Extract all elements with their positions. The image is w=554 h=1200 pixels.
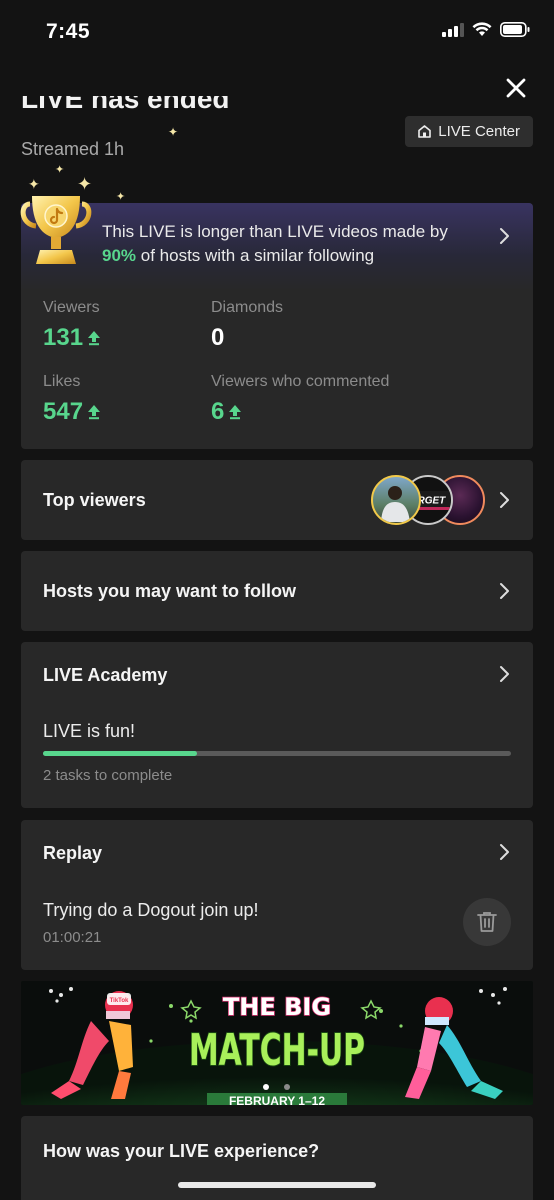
home-indicator[interactable] xyxy=(178,1182,376,1188)
pager-dot xyxy=(284,1084,290,1090)
avatar[interactable] xyxy=(371,475,421,525)
stat-value-commenters: 6 xyxy=(211,398,242,426)
stat-number: 547 xyxy=(43,398,84,425)
replay-card[interactable]: Replay Trying do a Dogout join up! 01:00… xyxy=(21,820,533,970)
promo-dates: FEBRUARY 1–12 xyxy=(229,1094,325,1105)
hosts-follow-title: Hosts you may want to follow xyxy=(43,581,297,601)
live-summary-card: This LIVE is longer than LIVE videos mad… xyxy=(21,203,533,449)
chevron-right-icon[interactable] xyxy=(498,582,510,600)
academy-progress-fill xyxy=(43,751,198,756)
replay-title: Replay xyxy=(43,843,103,863)
delete-replay-button[interactable] xyxy=(463,898,511,946)
trophy-icon xyxy=(20,196,92,264)
chevron-right-icon[interactable] xyxy=(498,843,510,861)
sparkle-icon: ✦ xyxy=(55,164,65,176)
top-viewers-avatars: ORGET xyxy=(371,475,485,525)
stat-label-viewers: Viewers xyxy=(43,299,100,316)
academy-progress-bar xyxy=(43,751,511,756)
summary-text-part: of hosts with a similar following xyxy=(136,246,375,265)
live-academy-title: LIVE Academy xyxy=(43,665,168,685)
promo-line1: THE BIG xyxy=(223,993,331,1021)
pager-dot-active xyxy=(263,1084,269,1090)
stat-label-likes: Likes xyxy=(43,373,81,390)
home-icon xyxy=(418,125,432,138)
status-time: 7:45 xyxy=(46,20,91,43)
academy-tasks-remaining: 2 tasks to complete xyxy=(43,767,173,784)
stat-label-diamonds: Diamonds xyxy=(211,299,284,316)
live-center-label: LIVE Center xyxy=(438,123,520,140)
stat-value-likes: 547 xyxy=(43,398,101,426)
summary-text-part: This LIVE is longer than LIVE videos mad… xyxy=(102,222,448,241)
live-academy-card[interactable]: LIVE Academy LIVE is fun! 2 tasks to com… xyxy=(21,642,533,808)
chevron-right-icon[interactable] xyxy=(498,227,510,245)
stat-number: 0 xyxy=(211,324,225,351)
promo-line2: MATCH-UP xyxy=(189,1025,365,1076)
person-silhouette-icon xyxy=(381,486,410,522)
feedback-title: How was your LIVE experience? xyxy=(43,1141,320,1161)
status-icons xyxy=(442,22,530,37)
promo-tiktok-badge: TikTok xyxy=(110,998,129,1004)
cellular-signal-icon xyxy=(442,22,464,37)
sparkle-icon: ✦ xyxy=(168,125,179,139)
stat-number: 6 xyxy=(211,398,225,425)
sparkle-icon: ✦ xyxy=(116,191,126,203)
replay-video-title[interactable]: Trying do a Dogout join up! xyxy=(43,900,258,921)
arrow-up-icon xyxy=(88,405,101,420)
stat-value-viewers: 131 xyxy=(43,324,101,352)
trash-icon xyxy=(477,912,497,932)
live-ended-title: LIVE has ended xyxy=(21,96,230,114)
promo-banner[interactable]: TikTok THE BIG MATCH-UP FEBRUARY 1–12 xyxy=(21,981,533,1105)
live-center-button[interactable]: LIVE Center xyxy=(405,116,533,147)
top-viewers-title: Top viewers xyxy=(43,490,146,510)
hosts-follow-card[interactable]: Hosts you may want to follow xyxy=(21,551,533,631)
summary-percent: 90% xyxy=(102,246,137,265)
promo-artwork: TikTok THE BIG MATCH-UP FEBRUARY 1–12 xyxy=(21,981,533,1105)
top-viewers-card[interactable]: Top viewers ORGET xyxy=(21,460,533,540)
stat-value-diamonds: 0 xyxy=(211,324,224,352)
chevron-right-icon[interactable] xyxy=(498,491,510,509)
battery-icon xyxy=(500,22,530,37)
sparkle-icon: ✦ xyxy=(28,176,40,192)
status-bar: 7:45 xyxy=(0,0,554,66)
academy-task-name: LIVE is fun! xyxy=(43,721,136,741)
summary-banner-text: This LIVE is longer than LIVE videos mad… xyxy=(102,220,472,268)
stat-number: 131 xyxy=(43,324,84,351)
streamed-duration: Streamed 1h xyxy=(21,139,125,159)
replay-duration: 01:00:21 xyxy=(43,929,102,946)
wifi-icon xyxy=(472,22,492,36)
chevron-right-icon[interactable] xyxy=(498,665,510,683)
arrow-up-icon xyxy=(88,331,101,346)
stat-label-commenters: Viewers who commented xyxy=(211,373,390,390)
arrow-up-icon xyxy=(229,405,242,420)
